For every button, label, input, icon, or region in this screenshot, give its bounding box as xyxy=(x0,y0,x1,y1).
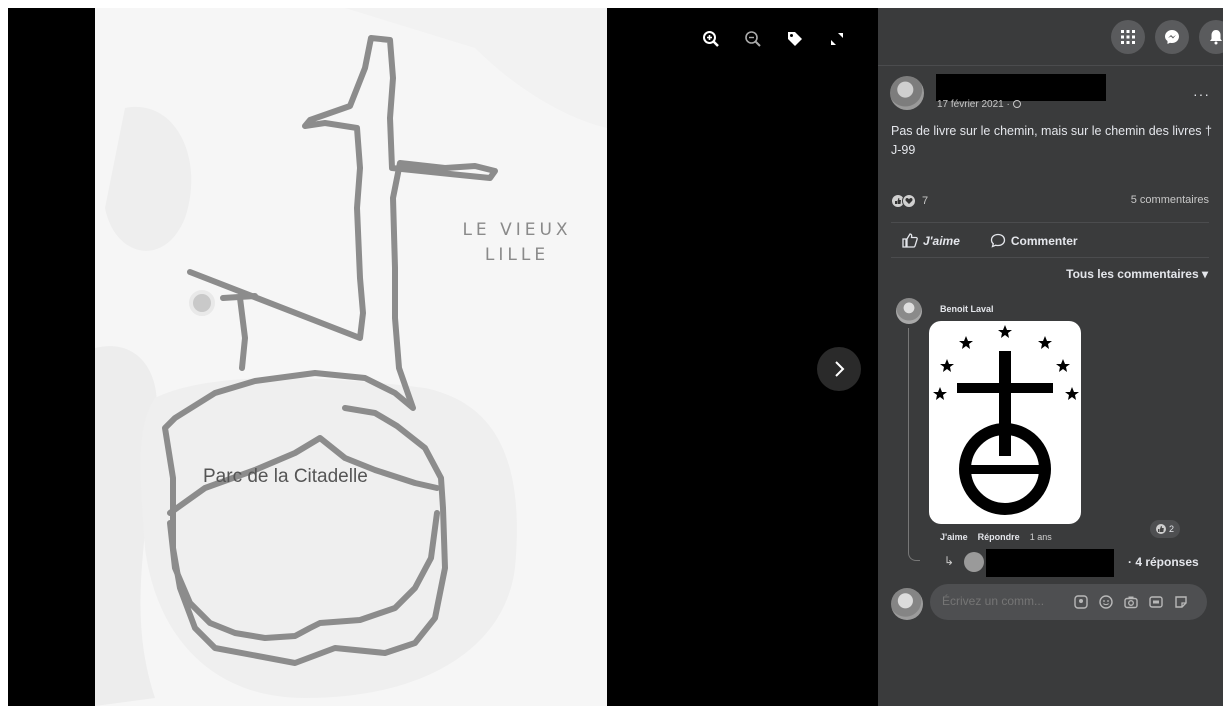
screenshot-border-left xyxy=(0,0,8,706)
avatar-sticker-icon[interactable] xyxy=(1073,594,1089,610)
stats-divider xyxy=(891,222,1209,223)
reply-thread-line xyxy=(908,328,920,561)
comment-time[interactable]: 1 ans xyxy=(1030,532,1052,542)
notifications-bell-icon[interactable] xyxy=(1199,20,1223,54)
actions-divider xyxy=(891,257,1209,258)
commenter-name[interactable]: Benoit Laval xyxy=(940,304,994,314)
view-replies-link[interactable]: · 4 réponses xyxy=(1128,555,1199,569)
emoji-icon[interactable] xyxy=(1098,594,1114,610)
menu-grid-icon[interactable] xyxy=(1111,20,1145,54)
post-date[interactable]: 17 février 2021 · xyxy=(937,99,1021,110)
comment-bubble-icon xyxy=(990,233,1006,248)
comment-like-button[interactable]: J'aime xyxy=(940,532,968,542)
post-actions: J'aime Commenter xyxy=(902,233,1078,248)
current-user-avatar xyxy=(891,588,923,620)
zoom-in-icon[interactable] xyxy=(700,28,722,50)
route-map-graphic xyxy=(95,8,607,706)
comment-image[interactable] xyxy=(929,321,1081,524)
comment-composer xyxy=(930,584,1207,620)
reaction-count: 7 xyxy=(922,195,929,207)
comment-reaction-badge[interactable]: 2 xyxy=(1150,520,1181,538)
fullscreen-icon[interactable] xyxy=(826,28,848,50)
comments-count-link[interactable]: 5 commentaires xyxy=(1131,194,1209,206)
next-photo-button[interactable] xyxy=(817,347,861,391)
comment-input[interactable] xyxy=(942,594,1067,608)
globe-icon xyxy=(1012,100,1021,108)
more-options-button[interactable]: ··· xyxy=(1193,86,1210,102)
thumbs-up-icon xyxy=(902,233,918,248)
commenter-avatar[interactable] xyxy=(896,298,922,324)
redacted-author-name xyxy=(936,74,1106,101)
post-author-avatar[interactable] xyxy=(890,76,924,110)
like-label: J'aime xyxy=(923,233,960,248)
location-pin xyxy=(189,290,215,316)
reply-arrow-icon: ↳ xyxy=(944,554,955,568)
love-reaction-icon xyxy=(902,194,916,208)
replier-avatar xyxy=(964,552,984,572)
like-button[interactable]: J'aime xyxy=(902,233,960,248)
top-nav-icons xyxy=(1111,20,1223,54)
post-stats: 7 5 commentaires xyxy=(891,194,1209,210)
zoom-out-icon[interactable] xyxy=(742,28,764,50)
map-label-vieux-lille: LE VIEUX LILLE xyxy=(462,220,572,265)
photo-viewer: LE VIEUX LILLE Parc de la Citadelle xyxy=(0,0,878,706)
post-text: Pas de livre sur le chemin, mais sur le … xyxy=(891,124,1212,157)
gif-icon[interactable] xyxy=(1148,594,1164,610)
comment-button[interactable]: Commenter xyxy=(990,233,1078,248)
reaction-summary[interactable]: 7 xyxy=(891,194,928,208)
post-header: 17 février 2021 · ··· xyxy=(890,74,1220,118)
view-replies-row[interactable]: ↳ · 4 réponses xyxy=(940,549,1220,577)
sticker-icon[interactable] xyxy=(1173,594,1189,610)
like-reaction-icon xyxy=(1156,524,1166,534)
chevron-right-icon xyxy=(835,361,845,377)
comments-filter-dropdown[interactable]: Tous les commentaires ▾ xyxy=(1066,267,1208,281)
messenger-icon[interactable] xyxy=(1155,20,1189,54)
screenshot-border-top xyxy=(0,0,1223,8)
tag-icon[interactable] xyxy=(784,28,806,50)
redacted-replier-names xyxy=(986,549,1114,577)
viewer-toolbar xyxy=(700,28,848,50)
comment-reaction-count: 2 xyxy=(1169,524,1175,534)
map-label-park: Parc de la Citadelle xyxy=(203,466,368,487)
panel-header-divider xyxy=(878,65,1223,66)
comment-reply-button[interactable]: Répondre xyxy=(978,532,1020,542)
camera-icon[interactable] xyxy=(1123,594,1139,610)
comment-actions: J'aime Répondre 1 ans xyxy=(940,532,1052,542)
cross-orb-emblem xyxy=(933,325,1079,515)
post-date-text: 17 février 2021 · xyxy=(937,99,1013,110)
post-side-panel: 17 février 2021 · ··· Pas de livre sur l… xyxy=(878,8,1223,706)
comment-label: Commenter xyxy=(1010,233,1078,248)
composer-icons xyxy=(1073,594,1189,610)
route-map-image: LE VIEUX LILLE Parc de la Citadelle xyxy=(95,8,607,706)
